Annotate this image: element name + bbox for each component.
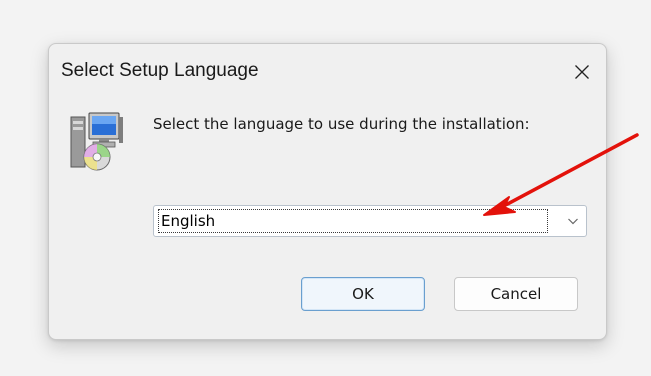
- instruction-text: Select the language to use during the in…: [153, 115, 530, 133]
- close-button[interactable]: [566, 56, 598, 88]
- dialog-title: Select Setup Language: [61, 60, 259, 81]
- close-icon: [575, 65, 589, 79]
- title-bar: Select Setup Language: [49, 44, 606, 100]
- setup-language-dialog: Select Setup Language Select the languag…: [48, 43, 607, 340]
- ok-button[interactable]: OK: [301, 277, 425, 311]
- language-select[interactable]: English: [153, 205, 587, 237]
- chevron-down-icon: [568, 218, 578, 225]
- cancel-button[interactable]: Cancel: [454, 277, 578, 311]
- language-select-value: English: [158, 209, 548, 233]
- setup-installer-icon: [70, 112, 123, 171]
